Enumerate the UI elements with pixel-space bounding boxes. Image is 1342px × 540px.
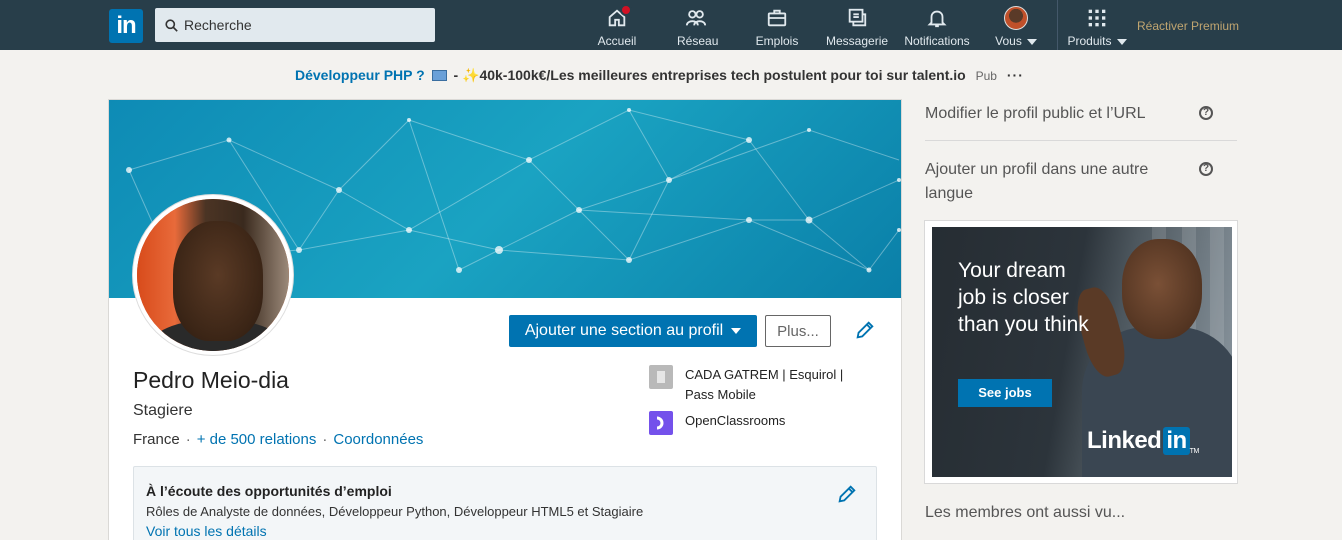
openclassrooms-icon <box>649 411 673 435</box>
job-opportunities-box: À l’écoute des opportunités d’emploi Rôl… <box>133 466 877 540</box>
chevron-down-icon <box>1116 38 1127 45</box>
ad-banner-text[interactable]: 40k-100k€/Les meilleures entreprises tec… <box>479 67 965 83</box>
avatar <box>1004 6 1028 30</box>
linkedin-logo[interactable]: in <box>109 9 143 43</box>
nav-notifications-label: Notifications <box>904 34 970 48</box>
building-icon <box>649 365 673 389</box>
briefcase-icon <box>767 9 787 27</box>
nav-me[interactable]: Vous <box>991 6 1041 48</box>
members-also-viewed-label: Les membres ont aussi vu... <box>925 504 1126 521</box>
ad-banner[interactable]: Développeur PHP ? - ✨40k-100k€/Les meill… <box>295 67 1024 84</box>
help-icon[interactable]: ? <box>1199 162 1213 176</box>
ad-image: Your dream job is closer than you think … <box>932 227 1232 477</box>
sparkles-icon: ✨ <box>462 67 480 83</box>
nav-me-label: Vous <box>995 34 1022 48</box>
edit-public-profile-label: Modifier le profil public et l’URL <box>925 105 1146 122</box>
nav-divider <box>1057 0 1058 50</box>
help-icon[interactable]: ? <box>1199 106 1213 120</box>
add-profile-section-button[interactable]: Ajouter une section au profil <box>509 315 757 347</box>
network-icon <box>685 10 707 26</box>
ad-banner-title[interactable]: Développeur PHP ? <box>295 67 425 83</box>
nav-products[interactable]: Produits <box>1064 6 1130 48</box>
ad-banner-pub: Pub <box>975 69 997 83</box>
opportunities-title: À l’écoute des opportunités d’emploi <box>146 483 392 499</box>
profile-photo[interactable] <box>133 195 293 355</box>
profile-location: France <box>133 431 180 448</box>
profile-meta: France · + de 500 relations · Coordonnées <box>133 431 424 448</box>
edit-pencil-icon[interactable] <box>836 483 858 505</box>
reactivate-premium-link[interactable]: Réactiver Premium <box>1137 19 1239 33</box>
ad-headline: Your dream job is closer than you think <box>958 259 1089 336</box>
nav-jobs[interactable]: Emplois <box>755 6 799 48</box>
more-options-icon[interactable]: ··· <box>1007 67 1024 83</box>
contact-info-link[interactable]: Coordonnées <box>333 431 423 448</box>
chevron-down-icon <box>731 328 742 334</box>
education-school: OpenClassrooms <box>685 413 786 428</box>
nav-network-label: Réseau <box>677 34 719 48</box>
experience-company: CADA GATREM | Esquirol | Pass Mobile <box>685 367 844 402</box>
notification-badge <box>620 4 632 16</box>
experience-summary: CADA GATREM | Esquirol | Pass Mobile Ope… <box>649 365 869 441</box>
computer-emoji-icon <box>431 70 447 81</box>
add-profile-section-label: Ajouter une section au profil <box>524 322 724 339</box>
nav-products-label: Produits <box>1067 34 1112 48</box>
nav-home-label: Accueil <box>597 34 637 48</box>
nav-network[interactable]: Réseau <box>677 6 719 48</box>
search-icon <box>165 18 178 32</box>
see-all-details-link[interactable]: Voir tous les détails <box>146 523 267 539</box>
nav-jobs-label: Emplois <box>755 34 799 48</box>
profile-card: Ajouter une section au profil Plus... Pe… <box>109 100 901 540</box>
edit-public-profile-link[interactable]: Modifier le profil public et l’URL ? <box>925 102 1237 126</box>
chevron-down-icon <box>1026 38 1037 45</box>
nav-messaging-label: Messagerie <box>826 34 889 48</box>
members-also-viewed-heading: Les membres ont aussi vu... <box>925 501 1237 525</box>
ad-banner-dash: - <box>453 67 459 83</box>
nav-home[interactable]: Accueil <box>596 4 638 48</box>
profile-headline: Stagiere <box>133 402 193 419</box>
nav-notifications[interactable]: Notifications <box>901 6 973 48</box>
grid-icon <box>1088 9 1106 27</box>
linkedin-logo: Linked in TM <box>1087 427 1199 455</box>
opportunities-roles: Rôles de Analyste de données, Développeu… <box>146 504 644 519</box>
connections-link[interactable]: + de 500 relations <box>197 431 317 448</box>
add-language-profile-link[interactable]: Ajouter un profil dans une autre langue … <box>925 158 1237 206</box>
sidebar-ad[interactable]: Your dream job is closer than you think … <box>924 220 1238 484</box>
top-nav: in Accueil Réseau Emplois Messagerie Not… <box>0 0 1342 50</box>
more-button[interactable]: Plus... <box>765 315 831 347</box>
search-bar[interactable] <box>155 8 435 42</box>
nav-messaging[interactable]: Messagerie <box>826 6 888 48</box>
experience-item[interactable]: CADA GATREM | Esquirol | Pass Mobile <box>649 365 869 405</box>
see-jobs-button[interactable]: See jobs <box>958 379 1052 407</box>
bell-icon <box>927 10 947 28</box>
add-language-profile-label: Ajouter un profil dans une autre langue <box>925 161 1149 202</box>
profile-name: Pedro Meio-dia <box>133 367 289 393</box>
education-item[interactable]: OpenClassrooms <box>649 411 869 435</box>
search-input[interactable] <box>184 17 424 33</box>
messaging-icon <box>848 8 867 27</box>
divider <box>925 140 1237 141</box>
edit-pencil-icon[interactable] <box>854 319 876 341</box>
